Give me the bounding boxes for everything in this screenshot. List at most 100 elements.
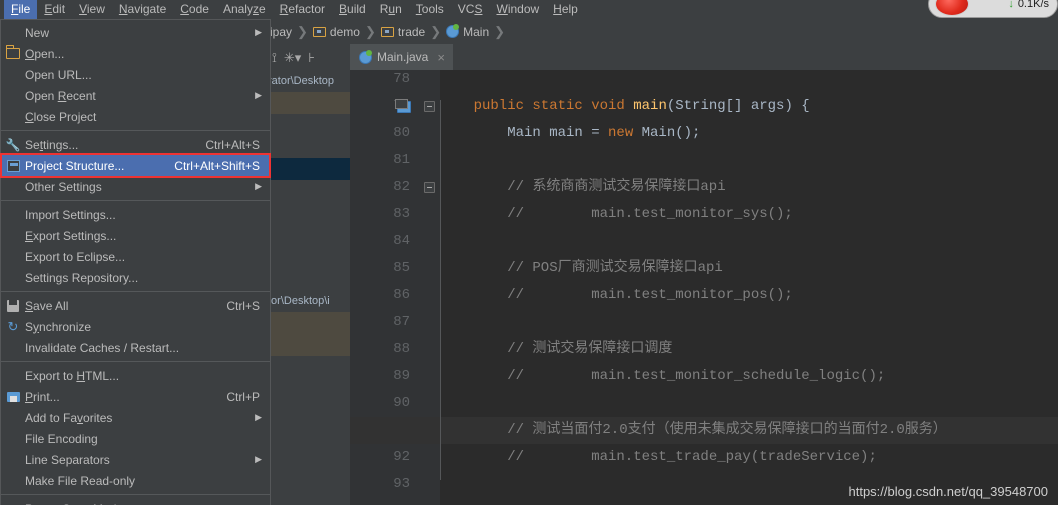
hide-panel-icon[interactable]: ⊦ — [308, 51, 315, 64]
menu-item-tools[interactable]: Tools — [409, 0, 451, 19]
breadcrumb-item-demo[interactable]: demo ❯ — [312, 23, 381, 40]
file-menu-dropdown[interactable]: New ▶ Open... Open URL... Open Recent ▶ Close … — [0, 19, 271, 505]
code-token: // main.test_monitor_pos(); — [507, 287, 793, 303]
file-menu-item-make-file-read-only[interactable]: Make File Read-only — [1, 470, 270, 491]
project-tree-row[interactable]: rator\Desktop — [266, 70, 350, 92]
code-line[interactable]: public static void main(String[] args) { — [474, 93, 810, 120]
breadcrumb-separator-icon: ❯ — [364, 23, 376, 39]
project-tree-row[interactable]: tor\Desktop\i — [266, 290, 350, 312]
file-menu-item-export-to-eclipse[interactable]: Export to Eclipse... — [1, 246, 270, 267]
breadcrumb-item-main[interactable]: Main ❯ — [446, 24, 510, 40]
file-menu-item-print[interactable]: Print... Ctrl+P — [1, 386, 270, 407]
file-menu-item-save-all[interactable]: Save All Ctrl+S — [1, 295, 270, 316]
line-number: 90 — [393, 395, 410, 411]
file-menu-item-synchronize[interactable]: ↻ Synchronize — [1, 316, 270, 337]
project-tree-row[interactable] — [266, 356, 350, 378]
project-tree-row[interactable] — [266, 246, 350, 268]
menu-item-view[interactable]: View — [72, 0, 112, 19]
code-text-area[interactable]: public static void main(String[] args) {… — [350, 70, 1058, 505]
menu-item-navigate[interactable]: Navigate — [112, 0, 173, 19]
file-menu-item-close-project[interactable]: Close Project — [1, 106, 270, 127]
menu-item-build[interactable]: Build — [332, 0, 373, 19]
code-line[interactable]: // main.test_monitor_sys(); — [507, 201, 793, 228]
editor-tab-label: Main.java — [377, 50, 429, 64]
code-line[interactable]: // main.test_monitor_schedule_logic(); — [507, 363, 885, 390]
menu-item-label: Project Structure... — [25, 158, 125, 173]
code-token: public — [473, 98, 533, 114]
file-menu-item-project-structure[interactable]: Project Structure... Ctrl+Alt+Shift+S — [1, 155, 270, 176]
code-token: Main main = — [507, 125, 609, 141]
code-token: (String[] args) { — [666, 98, 810, 114]
folder-icon — [380, 26, 394, 37]
file-menu-item-power-save-mode[interactable]: Power Save Mode — [1, 498, 270, 505]
menu-item-label: Import Settings... — [25, 207, 116, 222]
file-menu-item-file-encoding[interactable]: File Encoding — [1, 428, 270, 449]
file-menu-item-open[interactable]: Open... — [1, 43, 270, 64]
file-menu-item-open-url[interactable]: Open URL... — [1, 64, 270, 85]
network-speed-widget[interactable]: ↓ 0.1K/s — [928, 0, 1058, 18]
menu-item-label: Print... — [25, 389, 60, 404]
menu-item-refactor[interactable]: Refactor — [273, 0, 332, 19]
code-fold-toggle-icon[interactable] — [424, 101, 435, 112]
code-line[interactable]: Main main = new Main(); — [507, 120, 700, 147]
close-icon[interactable]: × — [437, 50, 445, 65]
run-method-icon[interactable] — [395, 99, 411, 113]
project-tree-row[interactable] — [266, 136, 350, 158]
file-menu-item-invalidate-caches-restart[interactable]: Invalidate Caches / Restart... — [1, 337, 270, 358]
menu-item-vcs[interactable]: VCS — [451, 0, 490, 19]
menu-item-window[interactable]: Window — [489, 0, 546, 19]
settings-gear-icon[interactable]: ✳▾ — [284, 51, 301, 64]
code-fold-toggle-icon[interactable] — [424, 182, 435, 193]
record-indicator-icon[interactable] — [935, 0, 969, 16]
file-menu-item-add-to-favorites[interactable]: Add to Favorites ▶ — [1, 407, 270, 428]
line-number: 78 — [393, 71, 410, 87]
project-tree-row[interactable] — [266, 92, 350, 114]
menu-item-code[interactable]: Code — [173, 0, 216, 19]
code-line[interactable]: // 测试当面付2.0支付（使用未集成交易保障接口的当面付2.0服务） — [507, 417, 947, 444]
menu-item-help[interactable]: Help — [546, 0, 585, 19]
code-line[interactable]: // POS厂商测试交易保障接口api — [507, 255, 723, 282]
navigation-bar: ipay ❯ demo ❯ trade ❯ Main ❯ — [266, 19, 1058, 44]
menu-item-icon-slot: ↻ — [1, 320, 25, 333]
menu-item-label: Save All — [25, 298, 69, 313]
file-menu-item-line-separators[interactable]: Line Separators ▶ — [1, 449, 270, 470]
code-line[interactable]: // main.test_monitor_pos(); — [507, 282, 793, 309]
code-token: // 测试交易保障接口调度 — [507, 341, 673, 357]
project-tree-row[interactable] — [266, 268, 350, 290]
breadcrumb-item-ipay[interactable]: ipay ❯ — [266, 24, 313, 40]
project-tree-row[interactable] — [266, 224, 350, 246]
code-line[interactable]: // main.test_trade_pay(tradeService); — [507, 444, 877, 471]
project-tree-row[interactable] — [266, 202, 350, 224]
file-menu-item-export-settings[interactable]: Export Settings... — [1, 225, 270, 246]
project-tree-row[interactable] — [266, 180, 350, 202]
expand-collapse-icon[interactable]: ⟟ — [272, 51, 277, 64]
breadcrumb-item-trade[interactable]: trade ❯ — [380, 24, 446, 40]
menu-item-edit[interactable]: Edit — [37, 0, 72, 19]
code-line[interactable]: // 测试交易保障接口调度 — [507, 336, 672, 363]
menu-item-run[interactable]: Run — [373, 0, 409, 19]
menu-item-file[interactable]: File — [4, 0, 38, 19]
menu-item-analyze[interactable]: Analyze — [216, 0, 273, 19]
submenu-arrow-icon: ▶ — [255, 412, 262, 422]
code-token: // main.test_monitor_sys(); — [507, 206, 793, 222]
project-tree-row[interactable] — [266, 312, 350, 334]
file-menu-item-settings[interactable]: 🔧 Settings... Ctrl+Alt+S — [1, 134, 270, 155]
menu-item-label: Export Settings... — [25, 228, 117, 243]
menu-separator — [1, 494, 270, 495]
breadcrumb-label: ipay — [270, 24, 293, 39]
project-tree-row[interactable] — [266, 114, 350, 136]
file-menu-item-import-settings[interactable]: Import Settings... — [1, 204, 270, 225]
file-menu-item-settings-repository[interactable]: Settings Repository... — [1, 267, 270, 288]
code-editor[interactable]: 78798081828384858687888990919293 public … — [350, 70, 1058, 505]
file-menu-item-new[interactable]: New ▶ — [1, 22, 270, 43]
menu-item-label: Open... — [25, 46, 65, 61]
code-line[interactable]: // 系统商商测试交易保障接口api — [507, 174, 725, 201]
file-menu-item-other-settings[interactable]: Other Settings ▶ — [1, 176, 270, 197]
line-number: 86 — [393, 287, 410, 303]
file-menu-item-export-to-html[interactable]: Export to HTML... — [1, 365, 270, 386]
file-menu-item-open-recent[interactable]: Open Recent ▶ — [1, 85, 270, 106]
project-tree-row[interactable] — [266, 158, 350, 180]
project-tree-row[interactable] — [266, 334, 350, 356]
menu-item-label: Add to Favorites — [25, 410, 113, 425]
menu-item-label: Settings... — [25, 137, 79, 152]
